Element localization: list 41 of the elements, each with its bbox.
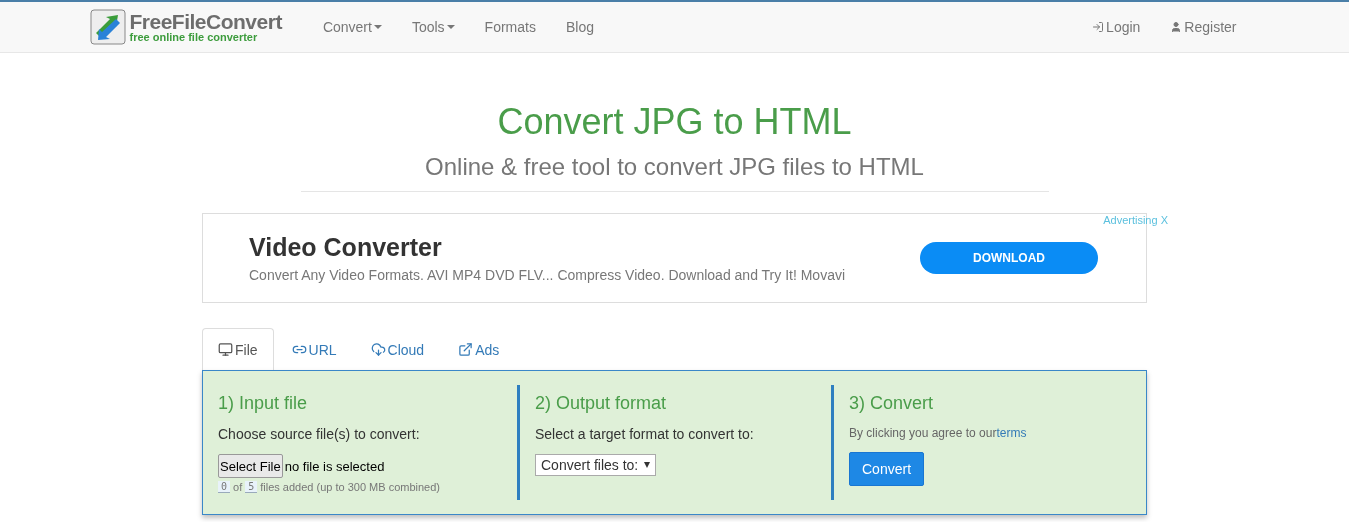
step-text: Choose source file(s) to convert: xyxy=(218,426,420,442)
step-title: 1) Input file xyxy=(218,393,308,414)
nav-link[interactable]: Tools xyxy=(396,19,470,35)
select-file-button[interactable]: Select File xyxy=(218,454,283,478)
caret-icon xyxy=(446,25,455,29)
convert-button[interactable]: Convert xyxy=(849,452,925,486)
login-icon xyxy=(1092,21,1105,33)
page-title: Convert JPG to HTML xyxy=(497,101,852,143)
step-title: 2) Output format xyxy=(535,393,667,414)
caret-icon xyxy=(373,25,382,29)
nav-link[interactable]: Convert xyxy=(307,19,397,35)
login-link[interactable]: Login xyxy=(1077,19,1156,35)
file-status: no file is selected xyxy=(284,458,385,474)
format-select[interactable]: Convert files to: xyxy=(535,454,657,476)
step-text: Select a target format to convert to: xyxy=(535,426,754,442)
step-title: 3) Convert xyxy=(849,393,934,414)
ad-title: Video Converter xyxy=(249,233,443,262)
tab[interactable]: Ads xyxy=(442,328,516,370)
terms-link[interactable]: terms xyxy=(996,426,1027,440)
tab[interactable]: Cloud xyxy=(354,328,441,370)
nav-link[interactable]: Blog xyxy=(550,19,609,35)
logo-tagline: free online file converter xyxy=(129,32,259,43)
download-button[interactable]: DOWNLOAD xyxy=(920,242,1098,274)
monitor-icon xyxy=(218,342,233,357)
of-text: of xyxy=(233,481,243,493)
page-subtitle: Online & free tool to convert JPG files to HTML xyxy=(425,153,924,181)
user-icon xyxy=(1170,21,1183,33)
terms-text: By clicking you agree to ourterms xyxy=(849,426,1027,440)
register-link[interactable]: Register xyxy=(1155,19,1252,35)
file-limit: 5 xyxy=(245,481,258,493)
tab[interactable]: URL xyxy=(275,328,353,370)
tab[interactable]: File xyxy=(202,328,274,370)
logo-icon xyxy=(89,9,126,45)
nav-link[interactable]: Formats xyxy=(469,19,551,35)
ad-text: Convert Any Video Formats. AVI MP4 DVD FLV... Compress Video. Download and Try It! Movavi xyxy=(249,267,847,283)
files-note: files added (up to 300 MB combined) xyxy=(260,481,441,493)
external-link-icon xyxy=(458,342,474,357)
file-count: 0 xyxy=(218,481,231,493)
logo-name: FreeFileConvert xyxy=(129,11,282,32)
caret-icon xyxy=(644,462,651,468)
cloud-download-icon xyxy=(370,342,386,357)
